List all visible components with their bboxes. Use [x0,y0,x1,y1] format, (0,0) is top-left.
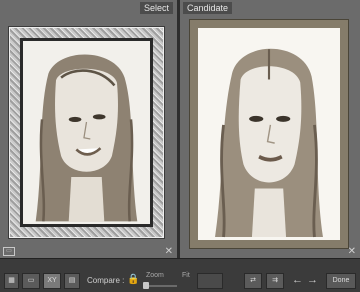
select-pane-header: Select [0,0,177,15]
compare-view-icon[interactable]: XY [43,273,61,289]
survey-view-icon[interactable]: ▤ [64,273,80,289]
select-photo[interactable] [23,41,150,224]
candidate-pane-header: Candidate [180,0,360,15]
make-select-icon[interactable]: ⇉ [266,273,284,289]
ornate-silver-frame [9,27,164,238]
previous-arrow-icon[interactable]: ← [292,274,303,286]
done-button[interactable]: Done [326,273,356,289]
portrait-sketch-right [198,28,340,240]
candidate-pane[interactable]: Candidate ✕ [180,0,360,258]
lock-icon[interactable]: 🔒 [127,274,139,285]
sync-button[interactable] [197,273,223,289]
close-icon[interactable]: ✕ [348,247,356,257]
fit-label: Fit [182,272,190,279]
portrait-sketch-left [23,41,150,224]
close-icon[interactable]: ✕ [165,247,173,257]
select-pane[interactable]: Select ▭ ✕ [0,0,177,258]
candidate-photo[interactable] [198,28,340,240]
swap-icon[interactable]: ⇄ [244,273,262,289]
zoom-slider-knob[interactable] [143,282,149,289]
select-pane-badge-icon: ▭ [3,247,15,256]
loupe-view-icon[interactable]: ▭ [22,273,40,289]
taupe-mat-frame [190,20,348,248]
next-arrow-icon[interactable]: → [307,274,318,286]
candidate-label: Candidate [183,2,233,14]
zoom-label: Zoom [146,272,164,279]
frame-inner-border [20,38,153,227]
bottom-toolbar: ▦ ▭ XY ▤ Compare : 🔒 Zoom Fit ⇄ ⇉ ← → Do… [0,258,360,292]
compare-label: Compare : [87,276,125,285]
grid-view-icon[interactable]: ▦ [4,273,19,289]
select-label: Select [139,2,173,14]
